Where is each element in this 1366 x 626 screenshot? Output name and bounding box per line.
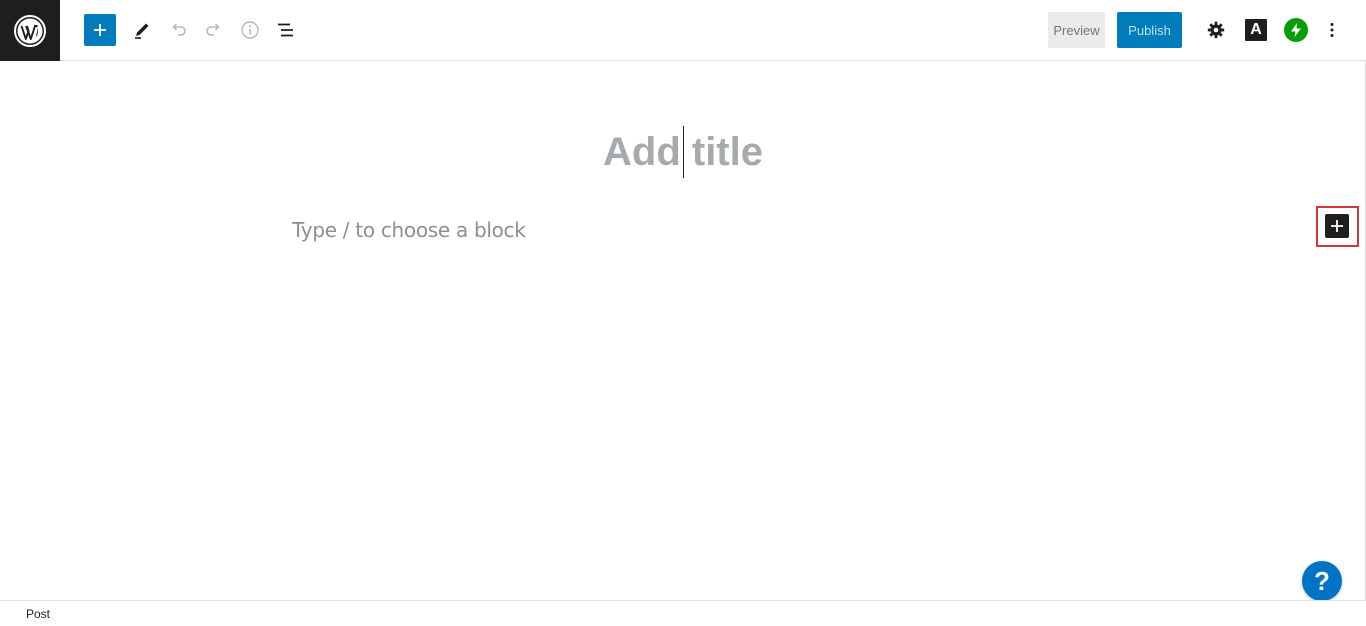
pencil-icon (135, 23, 149, 39)
redo-button[interactable] (196, 12, 232, 48)
wordpress-logo-icon (14, 14, 46, 47)
text-caret (683, 126, 684, 178)
gear-icon (1207, 21, 1225, 39)
list-view-button[interactable] (268, 12, 304, 48)
preview-button[interactable]: Preview (1048, 12, 1105, 48)
undo-icon (172, 23, 186, 36)
tools-button[interactable] (124, 12, 160, 48)
vertical-ellipsis-icon (1330, 23, 1334, 37)
plus-icon (1331, 220, 1343, 232)
help-button[interactable]: ? (1302, 561, 1342, 601)
editor-footer: Post (0, 600, 1366, 626)
details-button[interactable] (232, 12, 268, 48)
block-inserter-button[interactable] (84, 14, 116, 46)
info-icon (241, 21, 259, 39)
default-block-placeholder[interactable]: Type / to choose a block (292, 218, 526, 242)
settings-button[interactable] (1198, 12, 1234, 48)
list-view-icon (278, 23, 293, 37)
breadcrumb-post[interactable]: Post (26, 607, 50, 621)
undo-button[interactable] (160, 12, 196, 48)
jetpack-button[interactable] (1278, 12, 1314, 48)
wordpress-logo-button[interactable] (0, 0, 60, 61)
editor-header: Preview Publish A (0, 0, 1366, 61)
plus-icon (94, 24, 106, 36)
typography-plugin-button[interactable]: A (1238, 12, 1274, 48)
options-menu-button[interactable] (1314, 12, 1350, 48)
redo-icon (206, 23, 220, 36)
publish-button[interactable]: Publish (1117, 12, 1182, 48)
jetpack-bolt-icon (1284, 18, 1308, 42)
block-side-inserter-button[interactable] (1325, 214, 1349, 238)
typography-icon: A (1245, 19, 1267, 41)
